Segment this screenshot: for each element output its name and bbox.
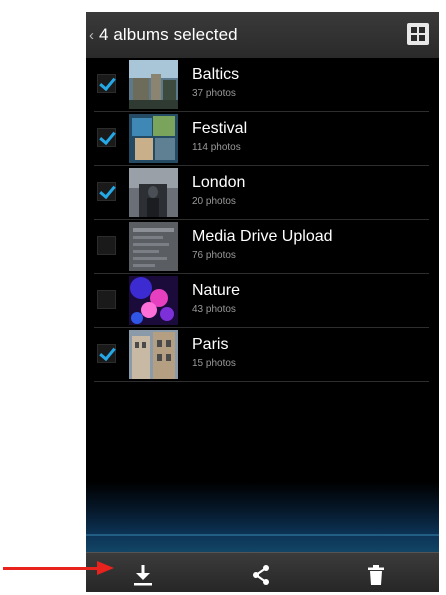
album-thumbnail[interactable] xyxy=(129,222,178,271)
album-checkbox[interactable] xyxy=(97,344,116,363)
background-glow xyxy=(86,482,439,552)
album-count: 15 photos xyxy=(192,358,236,369)
album-row[interactable]: Paris 15 photos xyxy=(94,328,429,382)
album-count: 20 photos xyxy=(192,196,236,207)
album-name: Paris xyxy=(192,336,229,353)
glow-line xyxy=(86,534,439,536)
album-checkbox[interactable] xyxy=(97,128,116,147)
album-list: Baltics 37 photos Festival 114 photos Lo… xyxy=(86,58,439,382)
album-name: London xyxy=(192,174,246,191)
album-row[interactable]: Baltics 37 photos xyxy=(94,58,429,112)
album-row[interactable]: Festival 114 photos xyxy=(94,112,429,166)
bottom-action-bar xyxy=(86,552,439,592)
action-bar: ‹ 4 albums selected xyxy=(86,12,439,58)
grid-view-icon[interactable] xyxy=(407,23,429,45)
album-row[interactable]: Nature 43 photos xyxy=(94,274,429,328)
album-thumbnail[interactable] xyxy=(129,60,178,109)
album-thumbnail[interactable] xyxy=(129,168,178,217)
album-name: Nature xyxy=(192,282,241,299)
album-checkbox[interactable] xyxy=(97,236,116,255)
annotation-arrow-icon xyxy=(97,561,114,575)
album-checkbox[interactable] xyxy=(97,74,116,93)
trash-icon[interactable] xyxy=(364,563,388,587)
share-icon[interactable] xyxy=(249,563,273,587)
selection-title: 4 albums selected xyxy=(99,25,238,44)
album-name: Media Drive Upload xyxy=(192,228,333,245)
album-name: Baltics xyxy=(192,66,240,83)
album-checkbox[interactable] xyxy=(97,182,116,201)
album-count: 76 photos xyxy=(192,250,236,261)
annotation-arrow-line xyxy=(3,567,101,570)
album-name: Festival xyxy=(192,120,248,137)
album-count: 43 photos xyxy=(192,304,236,315)
download-icon[interactable] xyxy=(131,563,155,587)
album-row[interactable]: Media Drive Upload 76 photos xyxy=(94,220,429,274)
album-checkbox[interactable] xyxy=(97,290,116,309)
album-thumbnail[interactable] xyxy=(129,330,178,379)
album-thumbnail[interactable] xyxy=(129,276,178,325)
album-count: 114 photos xyxy=(192,142,241,153)
phone-screen: ‹ 4 albums selected Baltics 37 photos Fe… xyxy=(86,12,439,592)
album-row[interactable]: London 20 photos xyxy=(94,166,429,220)
album-count: 37 photos xyxy=(192,88,236,99)
back-chevron-icon[interactable]: ‹ xyxy=(89,27,99,44)
album-thumbnail[interactable] xyxy=(129,114,178,163)
